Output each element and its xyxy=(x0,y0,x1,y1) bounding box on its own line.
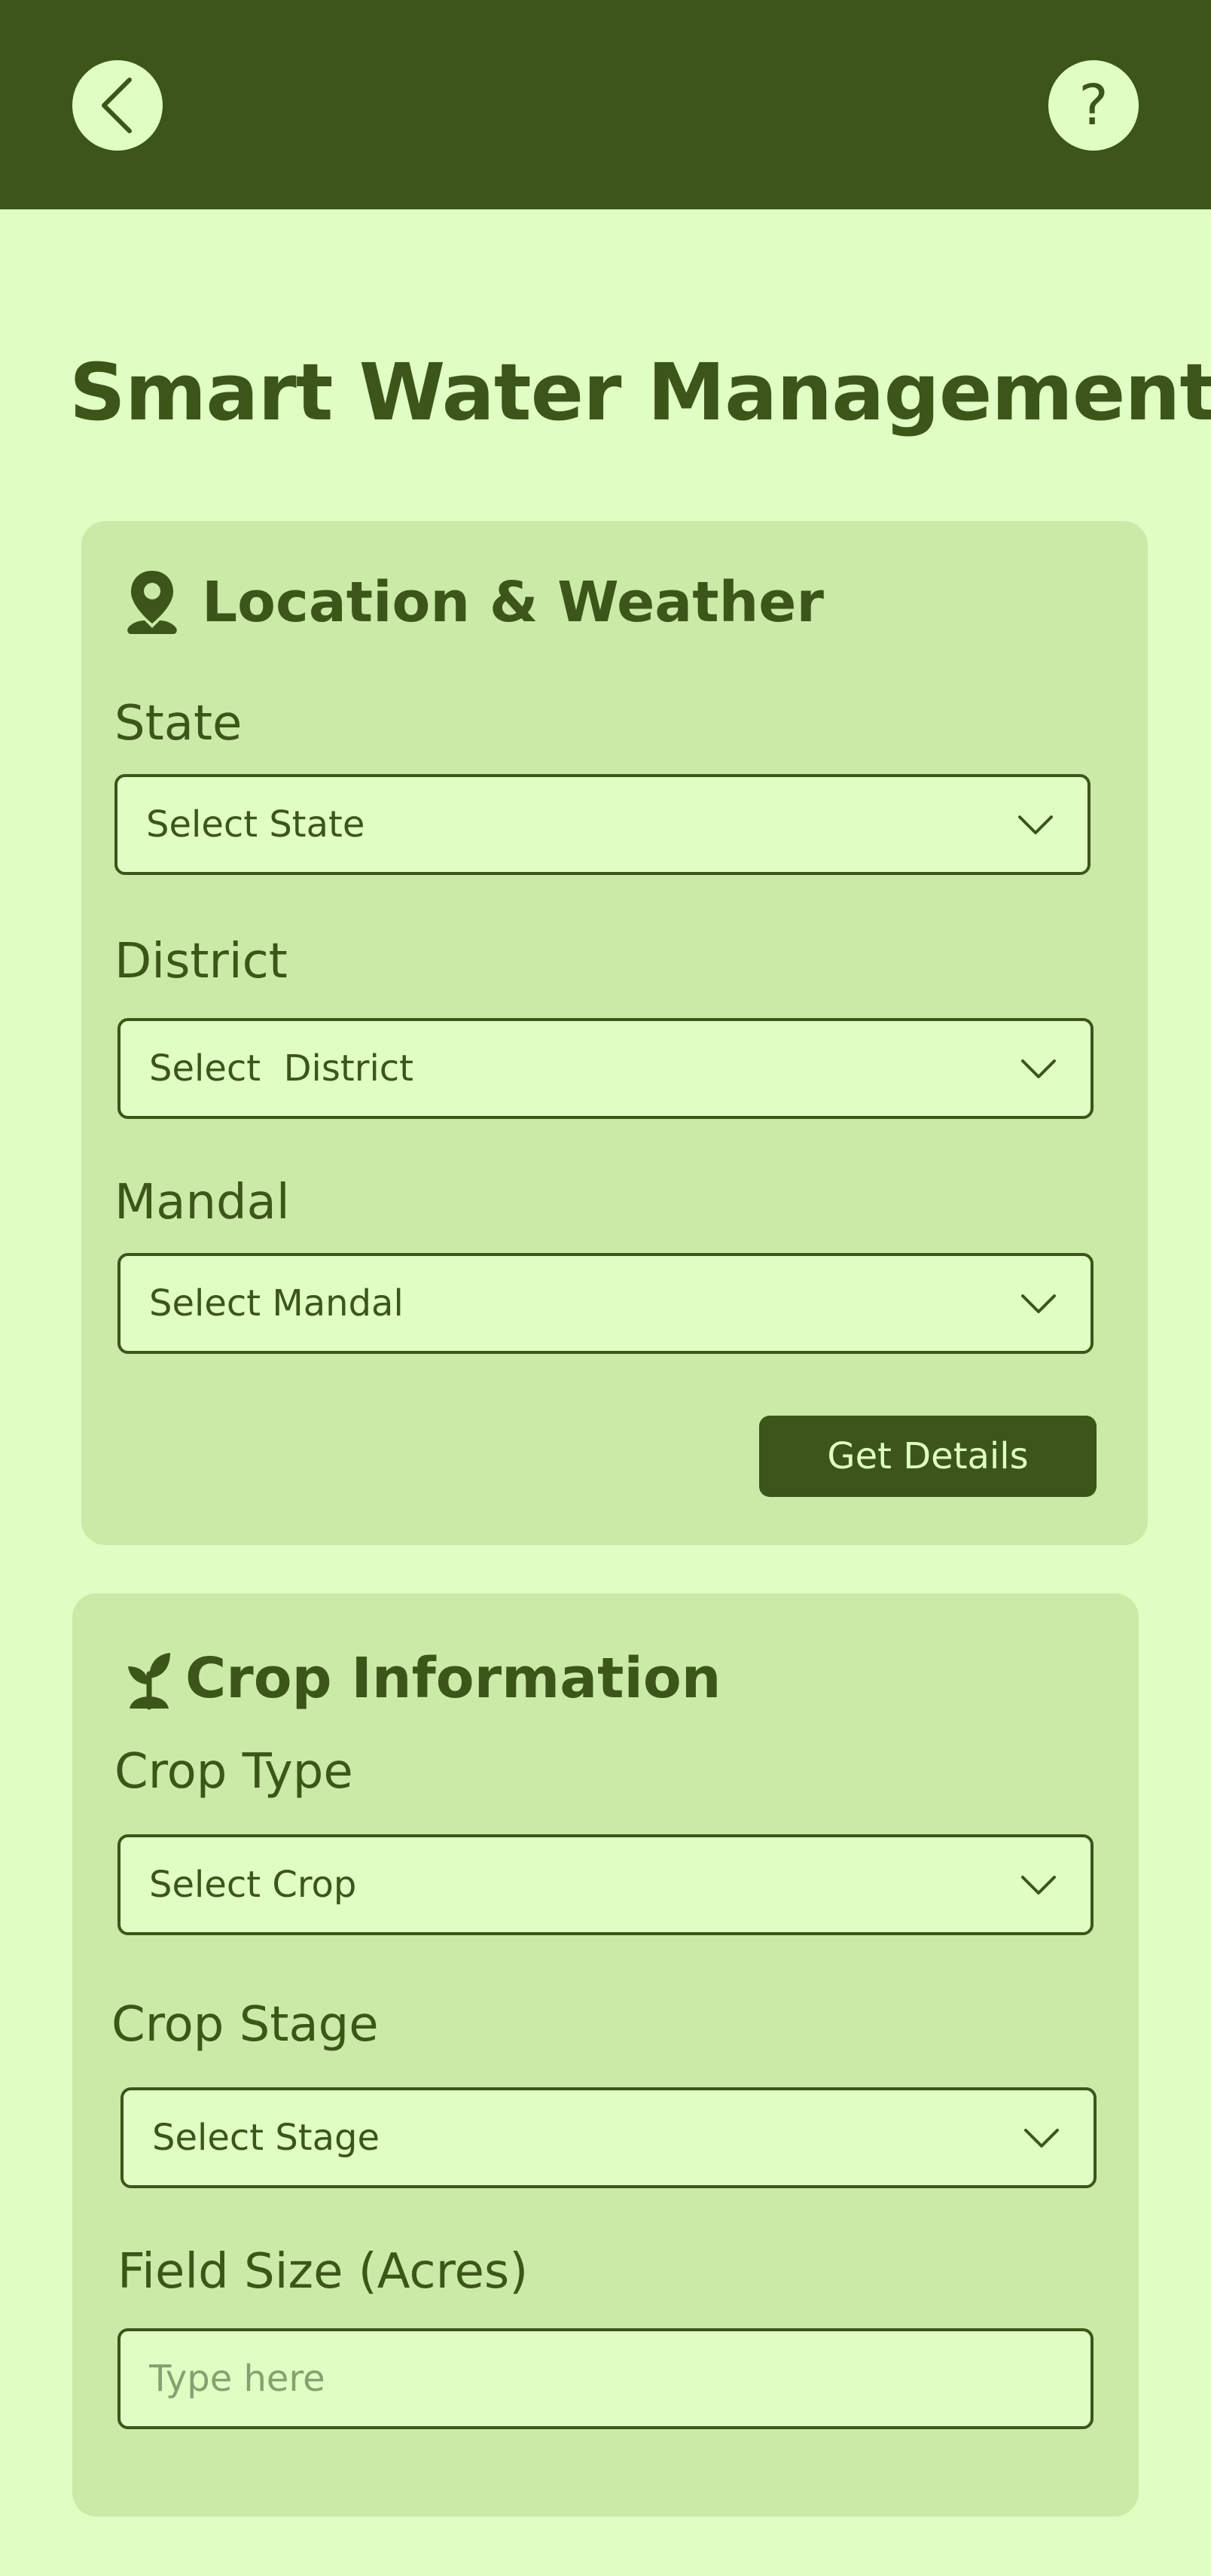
page-title: Smart Water Management xyxy=(69,346,1211,438)
district-select-value: Select District xyxy=(149,1047,413,1090)
help-icon: ? xyxy=(1078,73,1109,138)
chevron-down-icon xyxy=(1018,815,1053,834)
chevron-down-icon xyxy=(1024,2129,1059,2148)
crop-type-select-value: Select Crop xyxy=(149,1864,357,1906)
district-label: District xyxy=(114,934,288,989)
location-weather-card: Location & Weather State Select State Di… xyxy=(81,521,1148,1545)
get-details-button[interactable]: Get Details xyxy=(759,1416,1097,1497)
crop-type-select[interactable]: Select Crop xyxy=(117,1834,1094,1935)
district-select[interactable]: Select District xyxy=(117,1018,1094,1119)
chevron-down-icon xyxy=(1021,1294,1056,1313)
crop-stage-select[interactable]: Select Stage xyxy=(120,2087,1097,2188)
state-select-value: Select State xyxy=(146,803,365,846)
crop-stage-select-value: Select Stage xyxy=(152,2117,380,2159)
crop-card-header: Crop Information xyxy=(124,1646,721,1711)
location-card-title: Location & Weather xyxy=(202,570,824,635)
sprout-icon xyxy=(128,1653,170,1710)
chevron-left-icon xyxy=(102,78,132,133)
location-card-header: Location & Weather xyxy=(122,568,824,637)
chevron-down-icon xyxy=(1021,1876,1056,1895)
crop-information-card: Crop Information Crop Type Select Crop C… xyxy=(72,1593,1139,2517)
crop-type-label: Crop Type xyxy=(114,1744,353,1800)
field-size-input[interactable] xyxy=(149,2358,1038,2400)
chevron-down-icon xyxy=(1021,1059,1056,1078)
state-select[interactable]: Select State xyxy=(114,774,1091,875)
back-button[interactable] xyxy=(72,60,163,151)
help-button[interactable]: ? xyxy=(1048,60,1139,151)
mandal-label: Mandal xyxy=(114,1175,290,1230)
crop-stage-label: Crop Stage xyxy=(111,1997,379,2053)
field-size-label: Field Size (Acres) xyxy=(117,2244,529,2300)
mandal-select-value: Select Mandal xyxy=(149,1282,404,1325)
mandal-select[interactable]: Select Mandal xyxy=(117,1253,1094,1354)
crop-card-title: Crop Information xyxy=(185,1646,721,1711)
state-label: State xyxy=(114,696,243,751)
field-size-field[interactable] xyxy=(117,2328,1094,2429)
top-app-bar: ? xyxy=(0,0,1211,209)
location-pin-icon xyxy=(127,571,177,634)
